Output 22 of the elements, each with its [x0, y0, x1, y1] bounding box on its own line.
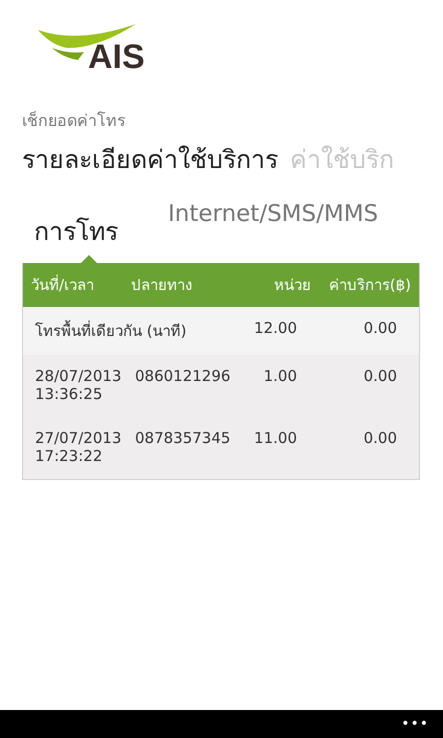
table-cell-text: 0860121296: [134, 367, 232, 385]
column-header: ปลายทาง: [130, 275, 193, 296]
table-cell-text: 0.00: [362, 319, 398, 339]
table-cell-text: 1.00: [262, 367, 298, 385]
table-cell-text: 11.00: [253, 429, 298, 447]
table-cell-text: 0.00: [362, 429, 398, 447]
app-title: เช็กยอดค่าโทร: [22, 110, 127, 132]
table-cell-text: 12.00: [253, 319, 298, 339]
table-cell-text: 13:36:25: [35, 385, 104, 403]
logo-text: AIS: [88, 40, 145, 74]
more-button[interactable]: •••: [401, 716, 429, 732]
table-cell-text: โทรพื้นที่เดียวกัน (นาที): [34, 319, 188, 342]
table-cell-text: 0.00: [362, 367, 398, 385]
table-cell-text: 28/07/2013: [35, 367, 122, 385]
table-cell-text: 17:23:22: [35, 447, 104, 465]
pivot-header[interactable]: รายละเอียดค่าใช้บริการ: [22, 139, 278, 179]
table-cell-text: 0878357345: [134, 429, 232, 447]
column-header: วันที่/เวลา: [30, 274, 96, 296]
tab[interactable]: Internet/SMS/MMS: [118, 201, 378, 227]
table-cell-text: 27/07/2013: [35, 429, 122, 447]
column-header: หน่วย: [273, 275, 312, 296]
column-header: ค่าบริการ(฿): [328, 275, 412, 296]
